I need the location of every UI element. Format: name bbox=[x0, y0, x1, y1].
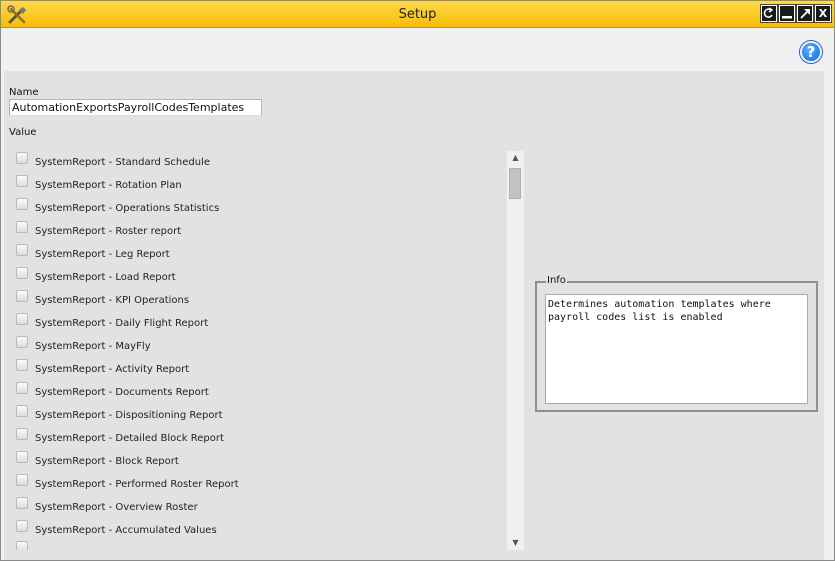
maximize-icon[interactable] bbox=[796, 4, 814, 23]
scroll-up-icon[interactable]: ▲ bbox=[507, 151, 524, 165]
list-item[interactable]: SystemReport - Daily Flight Report bbox=[9, 311, 499, 334]
report-checkbox[interactable] bbox=[16, 451, 28, 463]
report-label: SystemReport - Performed Roster Report bbox=[35, 479, 239, 490]
report-label: SystemReport - Roster report bbox=[35, 226, 182, 237]
report-checkbox[interactable] bbox=[16, 474, 28, 486]
report-label: SystemReport - MayFly bbox=[35, 341, 151, 352]
list-item[interactable]: SystemReport - Load Report bbox=[9, 265, 499, 288]
name-field[interactable]: AutomationExportsPayrollCodesTemplates bbox=[9, 99, 262, 116]
report-label: SystemReport - Block Report bbox=[35, 456, 179, 467]
report-label: SystemReport - Overview Roster bbox=[35, 502, 198, 513]
report-checkbox[interactable] bbox=[16, 244, 28, 256]
list-item[interactable]: SystemReport - Roster report bbox=[9, 219, 499, 242]
list-item[interactable]: SystemReport - Detailed Block Report bbox=[9, 426, 499, 449]
report-checkbox[interactable] bbox=[16, 382, 28, 394]
list-item[interactable]: SystemReport - Dispositioning Report bbox=[9, 403, 499, 426]
info-group: Info Determines automation templates whe… bbox=[535, 275, 818, 412]
info-textbox[interactable]: Determines automation templates where pa… bbox=[545, 294, 808, 404]
report-checkbox[interactable] bbox=[16, 175, 28, 187]
report-checkbox[interactable] bbox=[16, 428, 28, 440]
list-item[interactable]: SystemReport - Performed Roster Report bbox=[9, 472, 499, 495]
list-item[interactable]: SystemReport - Block Report bbox=[9, 449, 499, 472]
vertical-scrollbar[interactable]: ▲ ▼ bbox=[507, 151, 524, 550]
report-checkbox[interactable] bbox=[16, 221, 28, 233]
report-label: SystemReport - Activity Report bbox=[35, 364, 190, 375]
report-checkbox[interactable] bbox=[16, 405, 28, 417]
minimize-icon[interactable] bbox=[778, 4, 796, 23]
report-checkbox[interactable] bbox=[16, 541, 28, 550]
report-label: SystemReport - Detailed Block Report bbox=[35, 433, 224, 444]
report-label: SystemReport - KPI Operations bbox=[35, 295, 190, 306]
content-panel: Name AutomationExportsPayrollCodesTempla… bbox=[4, 71, 824, 560]
report-label: SystemReport - Load Report bbox=[35, 272, 176, 283]
restore-icon[interactable] bbox=[760, 4, 778, 23]
list-item[interactable]: SystemReport - Operations Statistics bbox=[9, 196, 499, 219]
toolbar: ? bbox=[1, 28, 834, 71]
scrollbar-thumb[interactable] bbox=[509, 168, 521, 199]
value-label: Value bbox=[9, 127, 37, 138]
report-label: SystemReport - Daily Flight Report bbox=[35, 318, 209, 329]
title-bar[interactable]: Setup X bbox=[1, 1, 834, 28]
setup-window: Setup X ? Name AutomationExportsPayrollC… bbox=[0, 0, 835, 561]
report-label: SystemReport - Accumulated Values bbox=[35, 525, 217, 536]
close-icon[interactable]: X bbox=[814, 4, 832, 23]
list-item[interactable]: SystemReport - MayFly bbox=[9, 334, 499, 357]
report-checkbox[interactable] bbox=[16, 359, 28, 371]
report-label: SystemReport - Operations Statistics bbox=[35, 203, 220, 214]
window-title: Setup bbox=[398, 7, 437, 22]
report-label: SystemReport - Dispositioning Report bbox=[35, 410, 223, 421]
report-checkbox[interactable] bbox=[16, 152, 28, 164]
report-checkbox[interactable] bbox=[16, 520, 28, 532]
list-item[interactable]: SystemReport - Accumulated Values bbox=[9, 518, 499, 541]
report-checkbox[interactable] bbox=[16, 198, 28, 210]
report-label: SystemReport - Rotation Plan bbox=[35, 180, 182, 191]
info-legend: Info bbox=[546, 275, 567, 286]
report-checkbox[interactable] bbox=[16, 497, 28, 509]
value-checkbox-list: SystemReport - Standard Schedule SystemRe… bbox=[9, 150, 509, 550]
report-checkbox[interactable] bbox=[16, 290, 28, 302]
list-item[interactable]: SystemReport - Documents Report bbox=[9, 380, 499, 403]
list-item[interactable]: SystemReport - Leg Report bbox=[9, 242, 499, 265]
list-item[interactable]: SystemReport - Activity Report bbox=[9, 357, 499, 380]
name-label: Name bbox=[9, 87, 39, 98]
report-label: SystemReport - Leg Report bbox=[35, 249, 170, 260]
report-checkbox[interactable] bbox=[16, 267, 28, 279]
report-checkbox[interactable] bbox=[16, 336, 28, 348]
list-item[interactable]: SystemReport - Standard Schedule bbox=[9, 150, 499, 173]
list-item[interactable]: SystemReport - Overview Roster bbox=[9, 495, 499, 518]
list-item[interactable]: SystemReport - Rotation Plan bbox=[9, 173, 499, 196]
scroll-down-icon[interactable]: ▼ bbox=[507, 536, 524, 550]
help-icon[interactable]: ? bbox=[800, 41, 822, 63]
list-item[interactable]: SystemReport - KPI Operations bbox=[9, 288, 499, 311]
report-label: SystemReport - Standard Schedule bbox=[35, 157, 211, 168]
report-checkbox[interactable] bbox=[16, 313, 28, 325]
report-label: SystemReport - Documents Report bbox=[35, 387, 209, 398]
